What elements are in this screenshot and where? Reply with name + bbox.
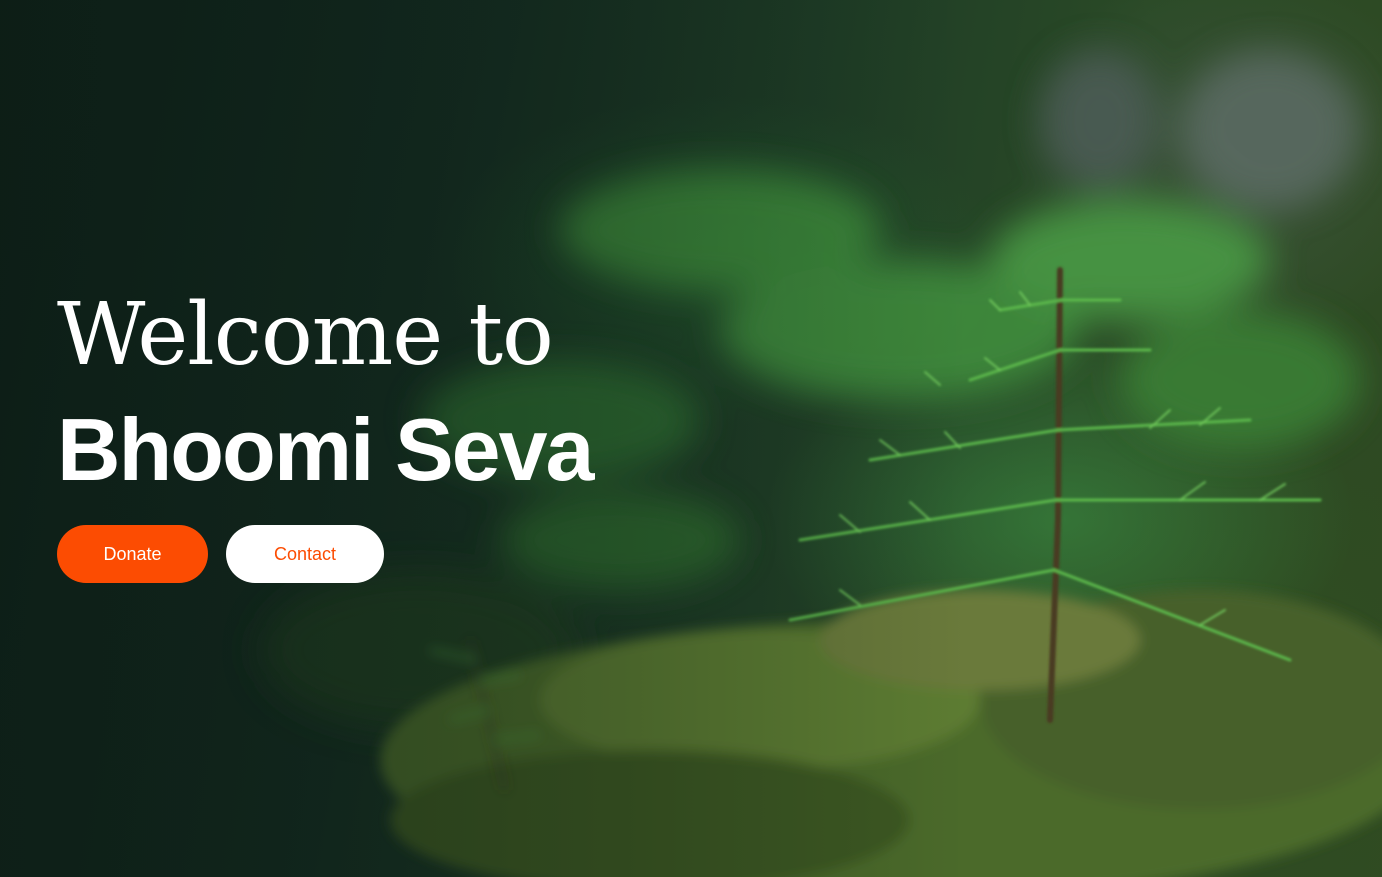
contact-button[interactable]: Contact [226, 525, 384, 583]
donate-button[interactable]: Donate [57, 525, 208, 583]
hero-brand-heading: Bhoomi Seva [57, 400, 594, 499]
hero-actions: Donate Contact [57, 525, 757, 583]
hero-section: Welcome to Bhoomi Seva Donate Contact [0, 0, 1382, 877]
hero-welcome-heading: Welcome to [57, 285, 554, 385]
hero-content: Welcome to Bhoomi Seva Donate Contact [57, 285, 757, 583]
